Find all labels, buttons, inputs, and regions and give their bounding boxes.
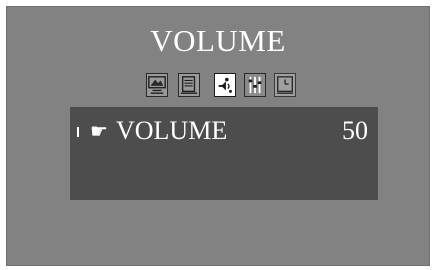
menu-title: VOLUME xyxy=(150,23,286,58)
osd-menu: VOLUME ☛ VOLUME 50 xyxy=(6,6,430,266)
volume-label: VOLUME xyxy=(116,116,228,145)
timer-icon[interactable] xyxy=(274,73,296,97)
setup-icon[interactable] xyxy=(244,73,266,97)
settings-panel: ☛ VOLUME 50 xyxy=(70,107,378,200)
picture-icon[interactable] xyxy=(146,73,168,97)
screen-icon[interactable] xyxy=(178,73,200,97)
selection-marker xyxy=(77,127,79,137)
sound-icon[interactable] xyxy=(214,73,236,97)
pointing-hand-icon: ☛ xyxy=(90,119,108,143)
volume-value[interactable]: 50 xyxy=(342,117,368,145)
volume-row[interactable]: ☛ VOLUME 50 xyxy=(70,117,378,145)
